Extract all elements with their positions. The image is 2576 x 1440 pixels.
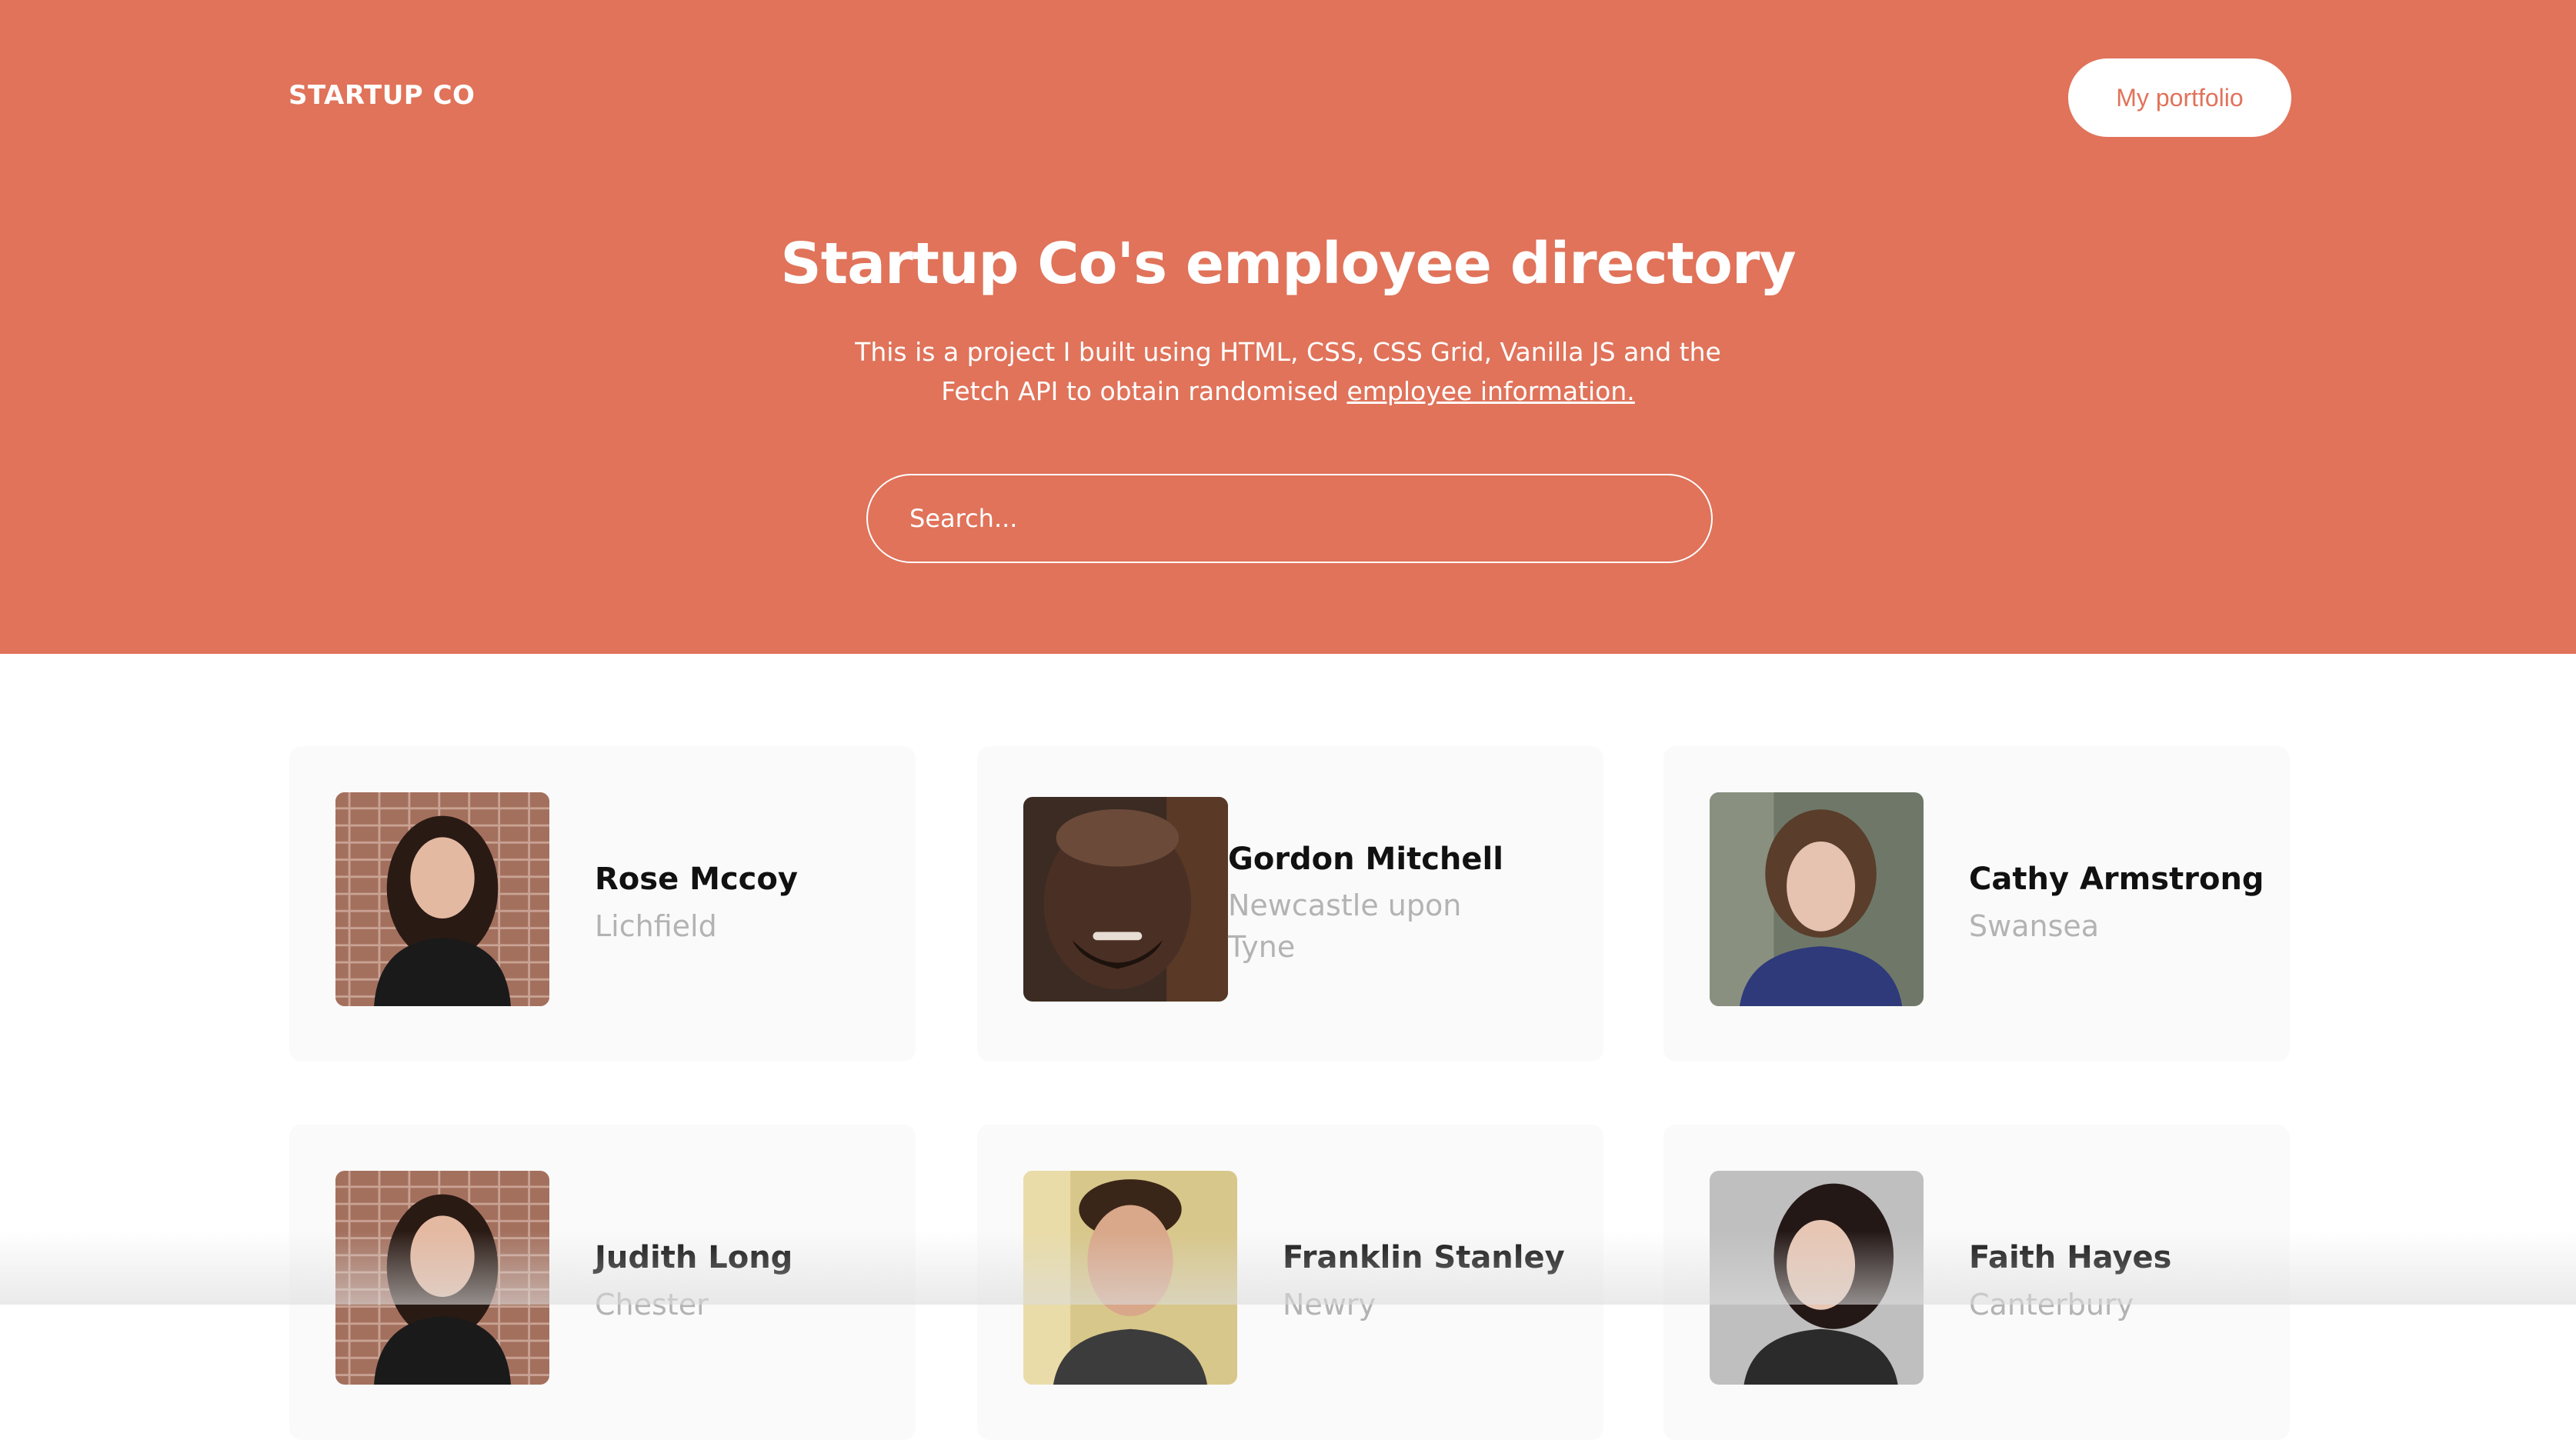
employee-name: Judith Long bbox=[595, 1240, 793, 1275]
employee-card[interactable]: Judith Long Chester bbox=[289, 1125, 916, 1440]
portrait-photo-icon bbox=[1710, 792, 1924, 1006]
employee-city: Lichfield bbox=[595, 909, 717, 943]
employee-name: Rose Mccoy bbox=[595, 862, 798, 897]
employee-city: Newry bbox=[1283, 1288, 1376, 1322]
employee-city: Canterbury bbox=[1969, 1288, 2134, 1322]
search-box bbox=[866, 474, 1713, 563]
employee-card[interactable]: Gordon Mitchell Newcastle upon Tyne bbox=[977, 746, 1603, 1062]
hero-header: STARTUP CO My portfolio Startup Co's emp… bbox=[0, 0, 2576, 654]
my-portfolio-button[interactable]: My portfolio bbox=[2068, 58, 2291, 137]
employee-name: Faith Hayes bbox=[1969, 1240, 2172, 1275]
employee-city: Chester bbox=[595, 1288, 709, 1322]
search-input[interactable] bbox=[908, 503, 1711, 534]
page-title: Startup Co's employee directory bbox=[780, 231, 1796, 297]
employee-card[interactable]: Cathy Armstrong Swansea bbox=[1663, 746, 2290, 1062]
employee-city: Swansea bbox=[1969, 909, 2100, 943]
employee-city: Newcastle upon Tyne bbox=[1228, 888, 1462, 964]
employee-card[interactable]: Franklin Stanley Newry bbox=[977, 1125, 1603, 1440]
brand-logo[interactable]: STARTUP CO bbox=[289, 80, 475, 111]
portrait-photo-icon bbox=[335, 792, 549, 1006]
employee-card[interactable]: Rose Mccoy Lichfield bbox=[289, 746, 916, 1062]
portrait-photo-icon bbox=[1710, 1171, 1924, 1385]
employee-name: Franklin Stanley bbox=[1283, 1240, 1565, 1275]
employee-information-link[interactable]: employee information. bbox=[1346, 376, 1634, 406]
employee-name: Cathy Armstrong bbox=[1969, 862, 2264, 897]
employee-card[interactable]: Faith Hayes Canterbury bbox=[1663, 1125, 2290, 1440]
portrait-photo-icon bbox=[1023, 1171, 1237, 1385]
portrait-photo-icon bbox=[335, 1171, 549, 1385]
hero-description: This is a project I built using HTML, CS… bbox=[826, 332, 1750, 411]
portrait-photo-icon bbox=[1023, 797, 1228, 1002]
employee-name: Gordon Mitchell bbox=[1228, 842, 1503, 877]
